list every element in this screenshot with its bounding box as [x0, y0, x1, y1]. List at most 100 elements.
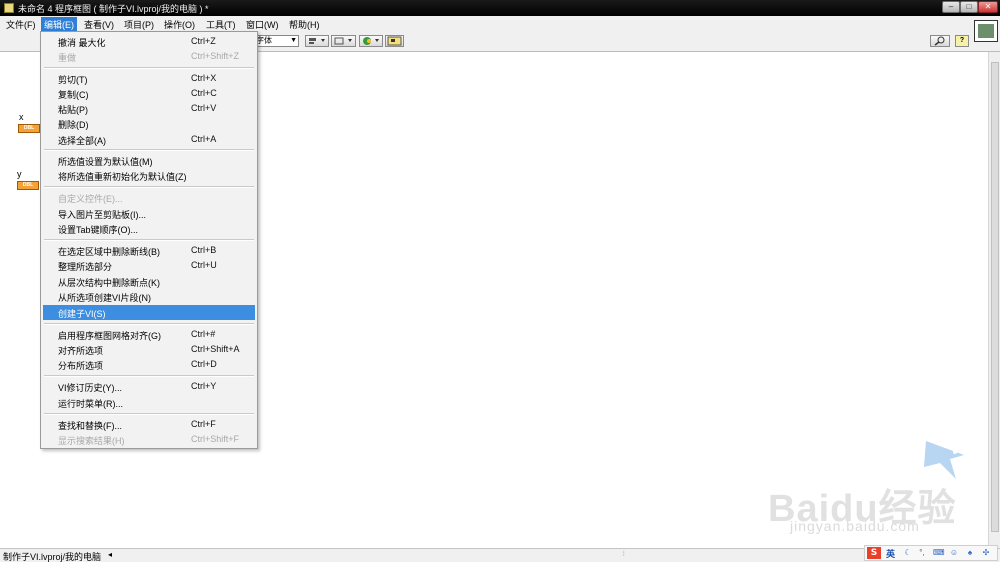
menu-item-runtime-menu[interactable]: 运行时菜单(R)... — [43, 395, 255, 410]
chevron-down-icon: ▼ — [290, 37, 297, 44]
menu-item-label: 重做 — [58, 53, 77, 63]
menu-item-find-replace[interactable]: 查找和替换(F)... Ctrl+F — [43, 417, 255, 432]
terminal-label-y: y — [17, 169, 22, 179]
scroll-left-arrow-icon[interactable]: ◂ — [108, 550, 112, 559]
reorder-icon — [363, 37, 379, 45]
search-button[interactable] — [930, 35, 950, 47]
menu-item-label: 删除(D) — [58, 120, 89, 130]
menu-item-create-vi-snippet[interactable]: 从所选项创建VI片段(N) — [43, 289, 255, 304]
menu-item-align-items[interactable]: 对齐所选项 Ctrl+Shift+A — [43, 342, 255, 357]
menu-item-label: 整理所选部分 — [58, 262, 113, 272]
menu-item-shortcut: Ctrl+V — [191, 103, 217, 113]
menu-item-create-subvi[interactable]: 创建子VI(S) — [43, 305, 255, 320]
window-title: 未命名 4 程序框图 ( 制作子VI.lvproj/我的电脑 ) * — [18, 4, 209, 14]
scrollbar-thumb[interactable] — [991, 62, 999, 532]
distribute-objects-button[interactable] — [331, 35, 356, 47]
keyboard-icon[interactable]: ⌨ — [933, 548, 945, 558]
menu-item-label: VI修订历史(Y)... — [58, 383, 123, 393]
menu-item-label: 运行时菜单(R)... — [58, 399, 123, 409]
menu-item-label: 设置Tab键顺序(O)... — [58, 225, 139, 235]
menu-item-label: 启用程序框图网格对齐(G) — [58, 331, 161, 341]
terminal-type: DBL — [22, 182, 34, 188]
menu-edit[interactable]: 编辑(E) — [41, 17, 77, 32]
menu-item-label: 在选定区域中删除断线(B) — [58, 247, 160, 257]
terminal-x[interactable]: DBL — [18, 124, 40, 133]
minimize-button[interactable]: – — [942, 1, 960, 13]
menu-help[interactable]: 帮助(H) — [287, 18, 322, 31]
ime-language-toggle[interactable]: 英 — [886, 547, 895, 560]
menu-item-show-search-results[interactable]: 显示搜索结果(H) Ctrl+Shift+F — [43, 432, 255, 447]
menu-item-label: 选择全部(A) — [58, 136, 106, 146]
menu-item-reinit-default[interactable]: 将所选值重新初始化为默认值(Z) — [43, 168, 255, 183]
context-help-button[interactable]: ? — [955, 35, 969, 47]
menu-item-import-picture[interactable]: 导入图片至剪贴板(I)... — [43, 206, 255, 221]
menu-item-label: 查找和替换(F)... — [58, 421, 122, 431]
menu-item-vi-revision-history[interactable]: VI修订历史(Y)... Ctrl+Y — [43, 379, 255, 394]
menu-item-remove-broken-wires[interactable]: 在选定区域中删除断线(B) Ctrl+B — [43, 243, 255, 258]
cleanup-diagram-button[interactable] — [385, 35, 404, 47]
font-select-value: 字体 — [256, 36, 272, 45]
menu-item-shortcut: Ctrl+C — [191, 88, 217, 98]
maximize-button[interactable]: □ — [960, 1, 978, 13]
menu-item-label: 复制(C) — [58, 90, 89, 100]
horizontal-scrollbar-grip[interactable]: ⦙ — [623, 551, 625, 559]
menu-item-copy[interactable]: 复制(C) Ctrl+C — [43, 86, 255, 101]
edit-dropdown-menu: 撤消 最大化 Ctrl+Z 重做 Ctrl+Shift+Z 剪切(T) Ctrl+X … — [40, 31, 258, 449]
menu-item-grid-align[interactable]: 启用程序框图网格对齐(G) Ctrl+# — [43, 327, 255, 342]
menu-item-label: 显示搜索结果(H) — [58, 436, 125, 446]
menu-item-redo[interactable]: 重做 Ctrl+Shift+Z — [43, 49, 255, 64]
menu-item-shortcut: Ctrl+Y — [191, 381, 217, 391]
menu-item-shortcut: Ctrl+X — [191, 73, 217, 83]
shirt-icon[interactable]: ♠ — [965, 548, 975, 558]
menu-item-shortcut: Ctrl+Shift+Z — [191, 51, 240, 61]
moon-icon[interactable]: ☾ — [903, 548, 913, 558]
close-button[interactable]: ✕ — [978, 1, 998, 13]
tools-icon[interactable]: ✣ — [981, 548, 991, 558]
align-objects-button[interactable] — [305, 35, 329, 47]
menu-window[interactable]: 窗口(W) — [244, 18, 281, 31]
status-bar: 制作子VI.lvproj/我的电脑 ◂ ⦙ — [0, 548, 1000, 562]
title-bar: 未命名 4 程序框图 ( 制作子VI.lvproj/我的电脑 ) * – □ ✕ — [0, 0, 1000, 16]
menu-view[interactable]: 查看(V) — [82, 18, 116, 31]
menu-item-select-all[interactable]: 选择全部(A) Ctrl+A — [43, 132, 255, 147]
menu-tools[interactable]: 工具(T) — [204, 18, 238, 31]
baidu-watermark: Baidu经验 jingyan.baidu.com — [760, 435, 990, 545]
labview-app-icon — [4, 3, 14, 13]
menu-item-cut[interactable]: 剪切(T) Ctrl+X — [43, 71, 255, 86]
menu-item-customize-control[interactable]: 自定义控件(E)... — [43, 190, 255, 205]
menu-item-undo[interactable]: 撤消 最大化 Ctrl+Z — [43, 34, 255, 49]
vi-icon-connector-pane[interactable] — [974, 20, 998, 42]
menu-item-remove-breakpoints[interactable]: 从层次结构中删除断点(K) — [43, 274, 255, 289]
menu-item-paste[interactable]: 粘贴(P) Ctrl+V — [43, 101, 255, 116]
ime-toolbar: S 英 ☾ °, ⌨ ☺ ♠ ✣ — [864, 545, 998, 561]
watermark-url: jingyan.baidu.com — [790, 518, 920, 534]
menu-item-delete[interactable]: 删除(D) — [43, 116, 255, 131]
project-path: 制作子VI.lvproj/我的电脑 — [3, 552, 102, 562]
menu-project[interactable]: 项目(P) — [122, 18, 156, 31]
menu-item-label: 分布所选项 — [58, 361, 104, 371]
terminal-label-x: x — [19, 112, 24, 122]
sogou-logo-icon[interactable]: S — [867, 547, 881, 559]
reorder-button[interactable] — [359, 35, 383, 47]
menu-item-clean-up-selection[interactable]: 整理所选部分 Ctrl+U — [43, 258, 255, 273]
menu-operate[interactable]: 操作(O) — [162, 18, 197, 31]
menu-item-shortcut: Ctrl+B — [191, 245, 217, 255]
menu-item-label: 导入图片至剪贴板(I)... — [58, 210, 146, 220]
punctuation-icon[interactable]: °, — [917, 548, 927, 558]
help-icon: ? — [959, 37, 965, 44]
user-icon[interactable]: ☺ — [949, 548, 959, 558]
menu-item-label: 粘贴(P) — [58, 105, 88, 115]
vi-icon — [978, 24, 994, 38]
menu-file[interactable]: 文件(F) — [4, 18, 38, 31]
menu-item-tab-order[interactable]: 设置Tab键顺序(O)... — [43, 221, 255, 236]
menu-item-label: 撤消 最大化 — [58, 38, 106, 48]
menu-item-shortcut: Ctrl+D — [191, 359, 217, 369]
font-select[interactable]: 字体 ▼ — [253, 35, 299, 47]
menu-separator — [44, 239, 254, 241]
terminal-y[interactable]: DBL — [17, 181, 39, 190]
menu-item-label: 从所选项创建VI片段(N) — [58, 293, 151, 303]
menu-item-make-default[interactable]: 所选值设置为默认值(M) — [43, 153, 255, 168]
menu-item-distribute-items[interactable]: 分布所选项 Ctrl+D — [43, 357, 255, 372]
align-icon — [309, 38, 325, 44]
vertical-scrollbar[interactable] — [988, 52, 1000, 548]
